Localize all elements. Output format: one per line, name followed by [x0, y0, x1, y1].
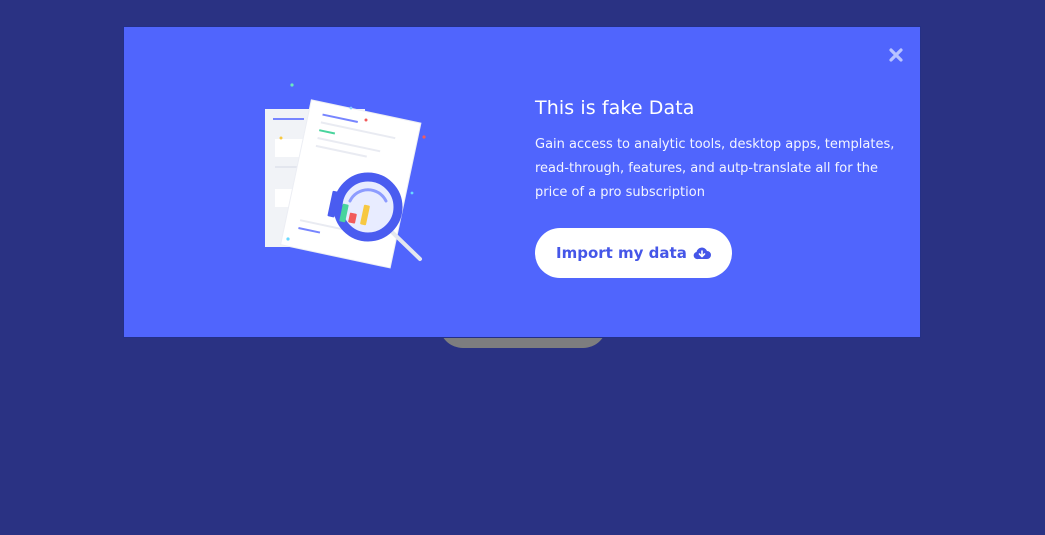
modal-content: This is fake Data Gain access to analyti…: [535, 95, 895, 278]
cloud-download-icon: [693, 247, 711, 260]
page: This is fake Data Gain access to analyti…: [0, 0, 1045, 535]
import-button-label: Import my data: [556, 244, 687, 262]
import-my-data-button[interactable]: Import my data: [535, 228, 732, 278]
close-icon[interactable]: [886, 45, 906, 65]
modal-description: Gain access to analytic tools, desktop a…: [535, 137, 895, 200]
modal-title: This is fake Data: [535, 97, 695, 119]
analytics-illustration: [265, 83, 426, 269]
modal-dialog: This is fake Data Gain access to analyti…: [123, 26, 921, 338]
